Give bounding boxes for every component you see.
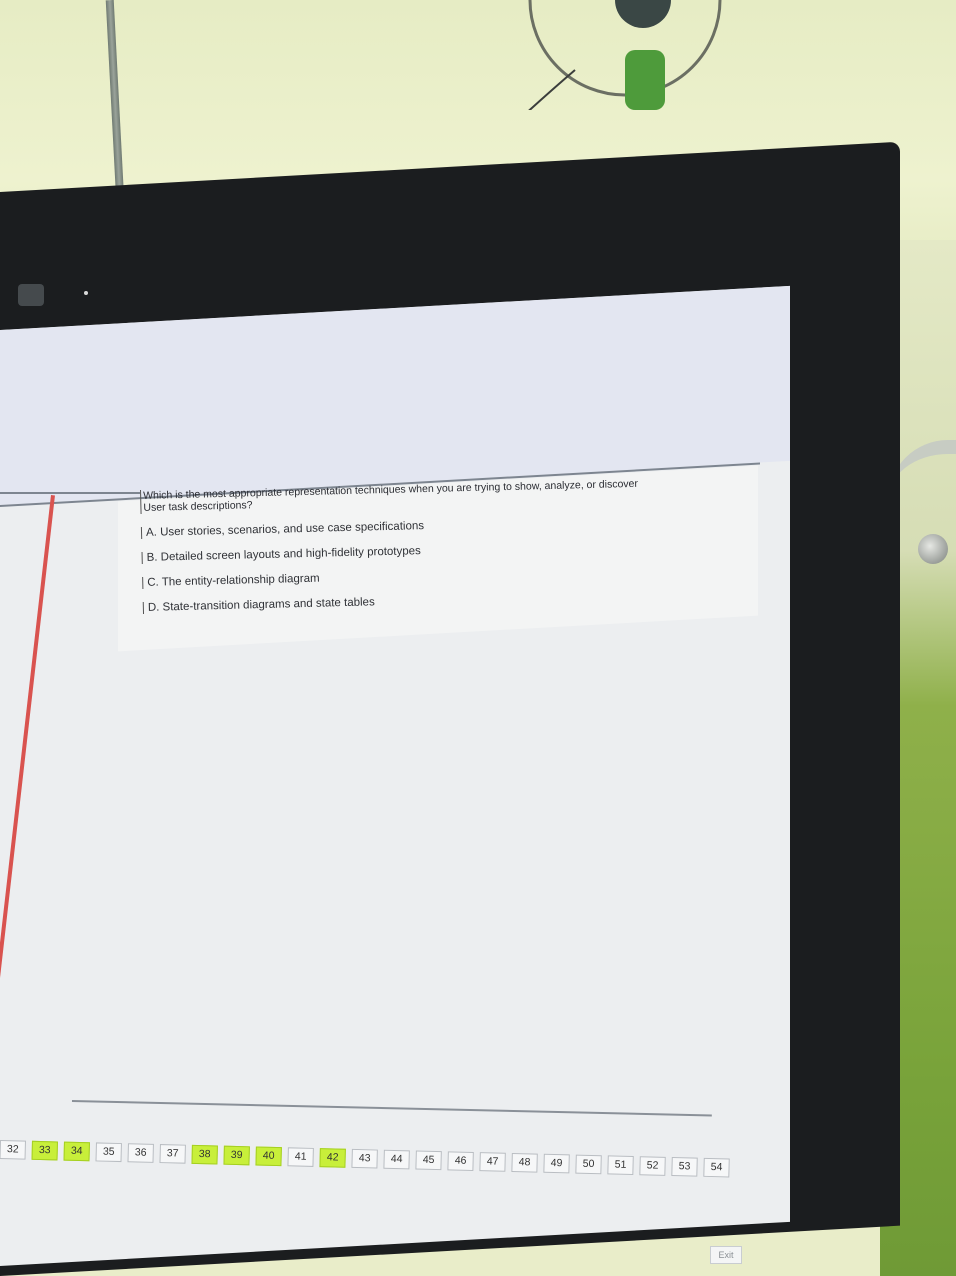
question-nav-button[interactable]: 38 xyxy=(191,1144,218,1165)
question-nav-button[interactable]: 40 xyxy=(255,1146,282,1167)
question-nav-button[interactable]: 37 xyxy=(159,1144,186,1164)
webcam-icon xyxy=(18,284,44,306)
question-nav-button[interactable]: 50 xyxy=(575,1154,602,1175)
question-nav-button[interactable]: 46 xyxy=(447,1151,474,1171)
question-nav-button[interactable]: 49 xyxy=(543,1153,570,1174)
question-nav-button[interactable]: 33 xyxy=(31,1140,58,1161)
question-nav-button[interactable]: 53 xyxy=(671,1157,698,1177)
question-nav-button[interactable]: 45 xyxy=(415,1150,442,1171)
option-a[interactable]: A. User stories, scenarios, and use case… xyxy=(140,512,742,539)
question-nav-button[interactable]: 48 xyxy=(511,1152,538,1173)
question-nav-button[interactable]: 52 xyxy=(639,1156,666,1176)
question-block: Which is the most appropriate representa… xyxy=(140,475,743,614)
question-nav-button[interactable]: 47 xyxy=(479,1152,506,1172)
question-nav-button[interactable]: 54 xyxy=(703,1157,730,1178)
divider xyxy=(0,492,140,494)
question-nav-button[interactable]: 43 xyxy=(351,1148,378,1169)
question-nav-button[interactable]: 42 xyxy=(319,1148,346,1168)
option-c[interactable]: C. The entity-relationship diagram xyxy=(142,562,743,589)
question-nav-button[interactable]: 35 xyxy=(95,1142,122,1163)
option-b[interactable]: B. Detailed screen layouts and high-fide… xyxy=(141,537,742,564)
wall-fan xyxy=(528,0,722,110)
question-nav-button[interactable]: 39 xyxy=(223,1145,250,1166)
question-nav-button[interactable]: 32 xyxy=(0,1140,26,1160)
question-nav-button[interactable]: 36 xyxy=(127,1143,154,1163)
power-led xyxy=(84,291,88,295)
question-nav-button[interactable]: 34 xyxy=(63,1141,90,1162)
question-nav-button[interactable]: 41 xyxy=(287,1147,314,1167)
question-nav-button[interactable]: 44 xyxy=(383,1149,410,1170)
exam-screen xyxy=(0,285,790,1266)
exit-button[interactable]: Exit xyxy=(710,1246,742,1264)
question-nav-button[interactable]: 51 xyxy=(607,1155,634,1176)
chair-knob xyxy=(918,534,948,564)
